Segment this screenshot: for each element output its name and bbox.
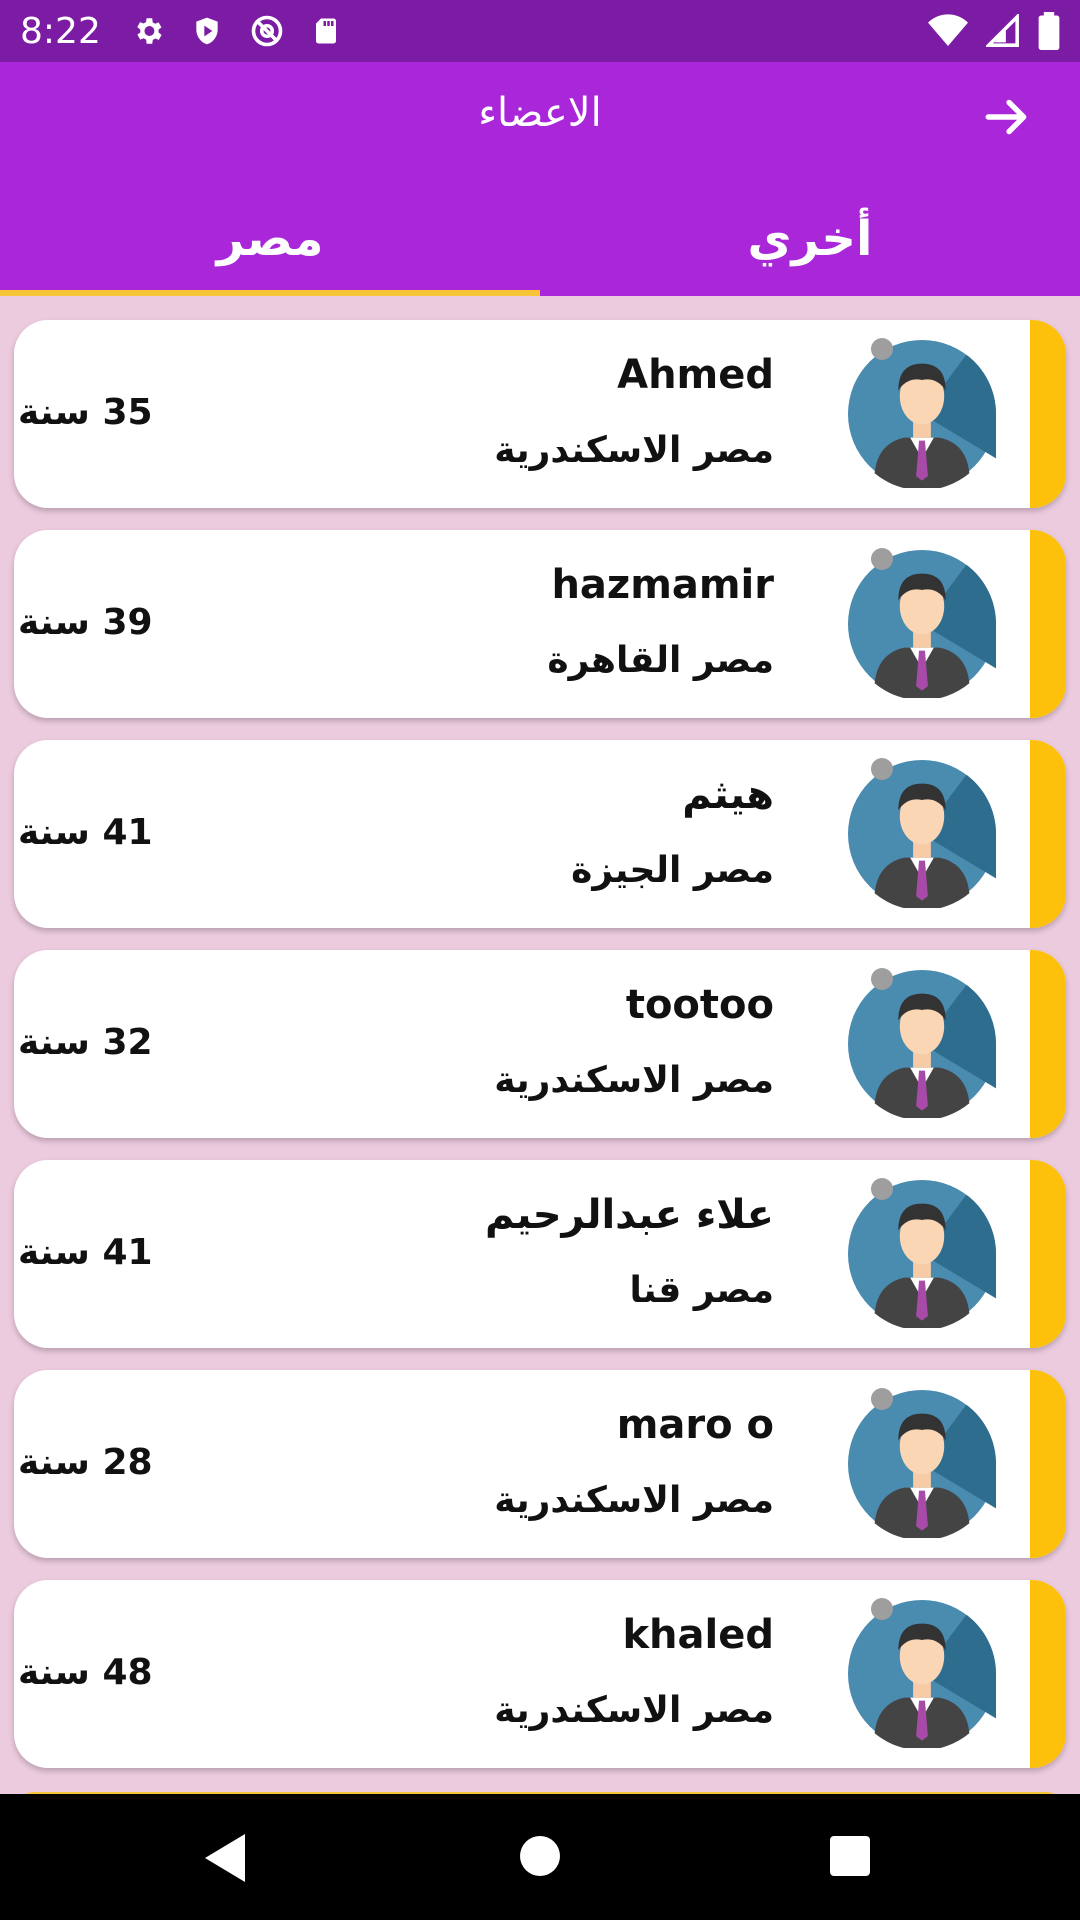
avatar-icon [848, 970, 996, 1118]
member-card[interactable]: هيثم مصر الجيزة 41 سنة [14, 740, 1066, 928]
member-name: maro o [616, 1402, 774, 1448]
status-dot [871, 1598, 893, 1620]
member-age: 39 سنة [18, 602, 153, 643]
member-location: مصر الاسكندرية [494, 1480, 774, 1521]
avatar-icon [848, 550, 996, 698]
at-icon [251, 15, 283, 47]
status-dot [871, 338, 893, 360]
member-card[interactable]: maro o مصر الاسكندرية 28 سنة [14, 1370, 1066, 1558]
tab-egypt-label: مصر [216, 211, 324, 267]
member-location: مصر الجيزة [571, 850, 774, 891]
member-card[interactable]: khaled مصر الاسكندرية 48 سنة [14, 1580, 1066, 1768]
avatar-icon [848, 760, 996, 908]
member-age: 35 سنة [18, 392, 153, 433]
avatar-icon [848, 1180, 996, 1328]
avatar-icon [848, 1390, 996, 1538]
status-time: 8:22 [20, 10, 101, 52]
status-bar: 8:22 [0, 0, 1080, 62]
app-bar: الاعضاء مصر أخري [0, 62, 1080, 296]
member-location: مصر الاسكندرية [494, 430, 774, 471]
wifi-icon [928, 14, 968, 46]
member-card[interactable]: Ahmed مصر الاسكندرية 35 سنة [14, 320, 1066, 508]
system-nav-bar [0, 1794, 1080, 1920]
page-title: الاعضاء [478, 90, 602, 136]
member-age: 41 سنة [18, 812, 153, 853]
tab-other-label: أخري [747, 211, 873, 267]
avatar-icon [848, 1600, 996, 1748]
card-accent-bar [1030, 950, 1066, 1138]
tab-egypt[interactable]: مصر [0, 182, 540, 296]
member-list[interactable]: Ahmed مصر الاسكندرية 35 سنة hazmamir مصر… [14, 320, 1066, 1790]
card-accent-bar [1030, 1160, 1066, 1348]
status-dot [871, 1178, 893, 1200]
avatar-icon [848, 340, 996, 488]
gear-icon [137, 18, 162, 44]
member-location: مصر قنا [629, 1270, 774, 1311]
shield-icon [196, 17, 218, 45]
battery-icon [1038, 12, 1060, 50]
status-dot [871, 548, 893, 570]
status-icons-right [928, 12, 1060, 50]
member-name: tootoo [625, 982, 774, 1028]
member-name: علاء عبدالرحيم [485, 1192, 774, 1238]
status-dot [871, 968, 893, 990]
card-accent-bar [1030, 740, 1066, 928]
recents-square-icon[interactable] [830, 1836, 870, 1876]
back-triangle-icon[interactable] [205, 1834, 245, 1882]
member-age: 41 سنة [18, 1232, 153, 1273]
member-card[interactable]: tootoo مصر الاسكندرية 32 سنة [14, 950, 1066, 1138]
member-name: Ahmed [617, 352, 774, 398]
member-location: مصر الاسكندرية [494, 1690, 774, 1731]
tab-other[interactable]: أخري [540, 182, 1080, 296]
status-icons-left [131, 13, 341, 49]
card-accent-bar [1030, 320, 1066, 508]
member-card[interactable]: علاء عبدالرحيم مصر قنا 41 سنة [14, 1160, 1066, 1348]
member-age: 32 سنة [18, 1022, 153, 1063]
tab-indicator [0, 290, 540, 296]
member-age: 28 سنة [18, 1442, 153, 1483]
member-name: هيثم [682, 772, 774, 818]
card-accent-bar [1030, 1370, 1066, 1558]
home-circle-icon[interactable] [520, 1836, 560, 1876]
sd-card-icon [315, 18, 336, 44]
member-location: مصر القاهرة [547, 640, 774, 681]
member-card[interactable]: hazmamir مصر القاهرة 39 سنة [14, 530, 1066, 718]
member-age: 48 سنة [18, 1652, 153, 1693]
signal-icon [986, 14, 1019, 47]
status-dot [871, 1388, 893, 1410]
member-name: hazmamir [551, 562, 774, 608]
member-location: مصر الاسكندرية [494, 1060, 774, 1101]
tab-bar: مصر أخري [0, 182, 1080, 296]
card-accent-bar [1030, 1580, 1066, 1768]
status-dot [871, 758, 893, 780]
arrow-right-icon[interactable] [982, 92, 1032, 142]
card-accent-bar [1030, 530, 1066, 718]
member-name: khaled [622, 1612, 774, 1658]
